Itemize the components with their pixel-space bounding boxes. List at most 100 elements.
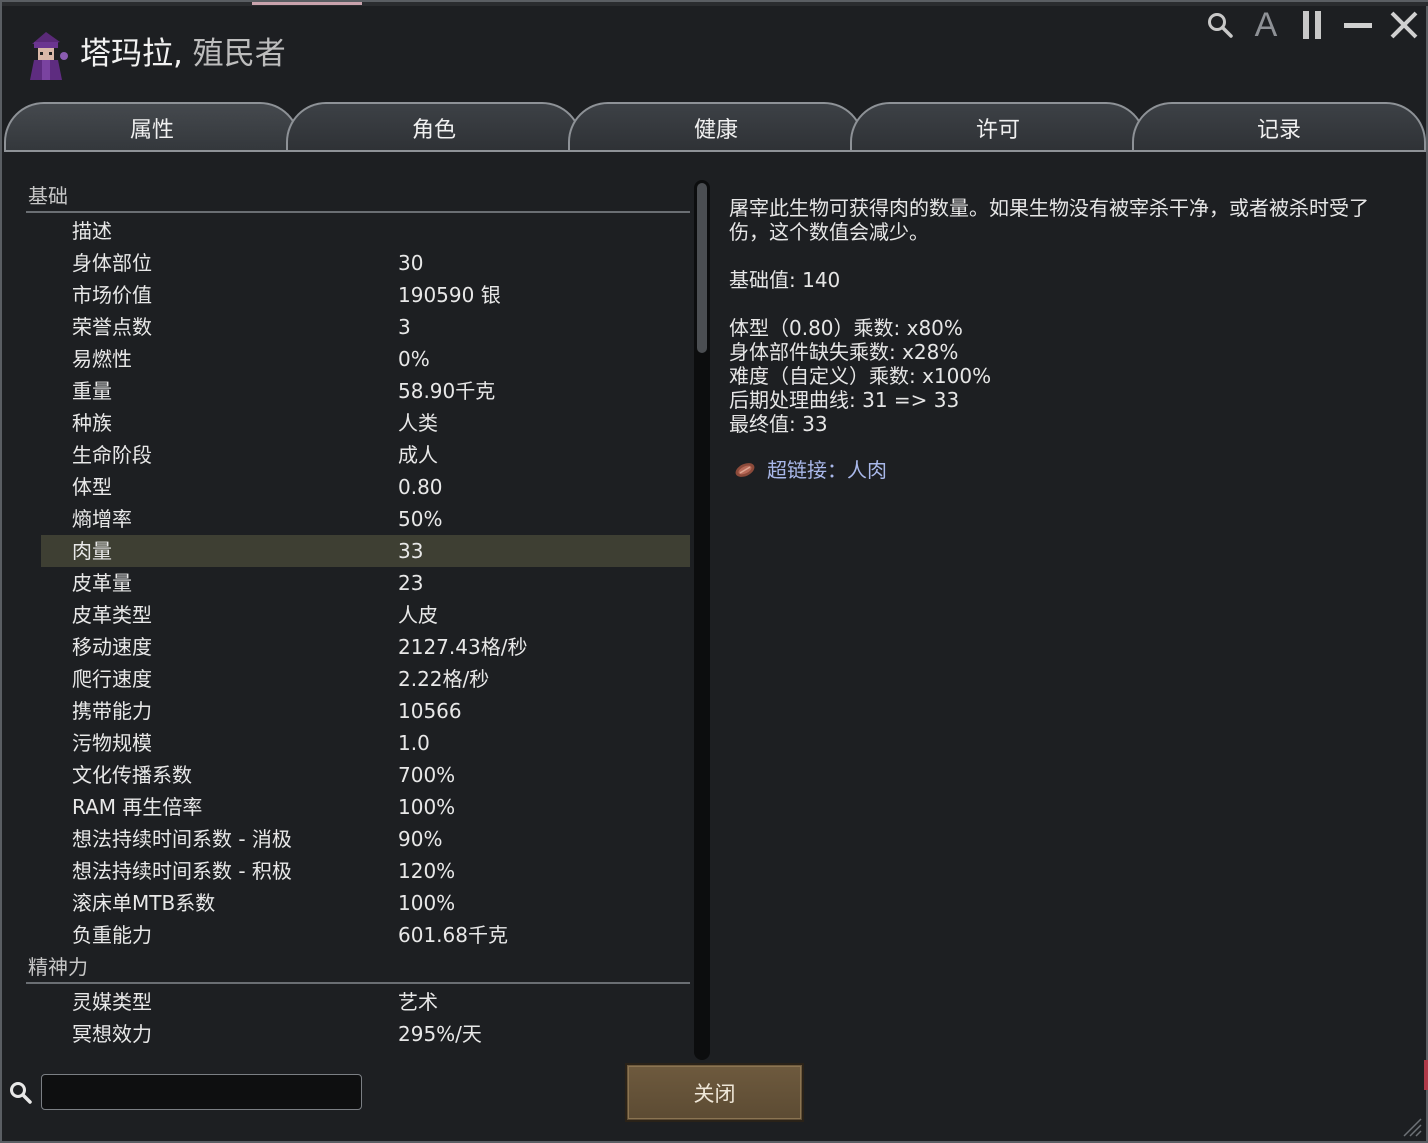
stat-search-input[interactable]: [41, 1074, 362, 1110]
stat-row[interactable]: 体型 0.80: [26, 471, 690, 503]
window-controls: A: [1204, 8, 1420, 42]
tab-character[interactable]: 角色: [286, 102, 582, 152]
scrollbar-thumb[interactable]: [697, 183, 707, 353]
stat-value: 601.68千克: [398, 923, 508, 947]
stat-label: 肉量: [72, 539, 112, 563]
stat-label: 文化传播系数: [72, 763, 192, 787]
stat-value: 10566: [398, 699, 462, 723]
tab-underline: [4, 150, 1426, 152]
stat-row[interactable]: 携带能力 10566: [26, 695, 690, 727]
stat-value: 3: [398, 315, 411, 339]
close-button[interactable]: 关闭: [625, 1063, 804, 1122]
stat-final-value: 最终值: 33: [729, 412, 828, 436]
stat-row[interactable]: 爬行速度 2.22格/秒: [26, 663, 690, 695]
stat-row[interactable]: 荣誉点数 3: [26, 311, 690, 343]
stat-row[interactable]: 冥想效力 295%/天: [26, 1018, 690, 1050]
top-strip-accent: [252, 2, 362, 5]
stat-label: 皮革类型: [72, 603, 152, 627]
stat-label: 体型: [72, 475, 112, 499]
hyperlink-label[interactable]: 超链接：人肉: [767, 458, 887, 482]
minimize-icon[interactable]: [1342, 9, 1374, 41]
stat-row[interactable]: 种族 人类: [26, 407, 690, 439]
pawn-avatar-icon[interactable]: [22, 30, 70, 82]
stat-value: 100%: [398, 795, 456, 819]
stat-label: RAM 再生倍率: [72, 795, 203, 819]
stat-row[interactable]: 易燃性 0%: [26, 343, 690, 375]
stat-factor: 身体部件缺失乘数: x28%: [729, 340, 959, 364]
stat-value: 295%/天: [398, 1022, 482, 1046]
stat-row[interactable]: 灵媒类型 艺术: [26, 986, 690, 1018]
stat-label: 想法持续时间系数 - 积极: [72, 859, 292, 883]
stat-category-header: 精神力: [26, 951, 690, 984]
font-size-toggle[interactable]: A: [1250, 8, 1282, 42]
stat-label: 冥想效力: [72, 1022, 152, 1046]
stat-value: 190590 银: [398, 283, 501, 307]
stat-label: 荣誉点数: [72, 315, 152, 339]
stat-value: 艺术: [398, 990, 438, 1014]
stat-value: 90%: [398, 827, 443, 851]
stat-row[interactable]: 滚床单MTB系数 100%: [26, 887, 690, 919]
tab-permissions[interactable]: 许可: [850, 102, 1146, 152]
stat-row[interactable]: 身体部位 30: [26, 247, 690, 279]
stat-row[interactable]: 皮革类型 人皮: [26, 599, 690, 631]
stat-label: 移动速度: [72, 635, 152, 659]
stat-category-header: 基础: [26, 180, 690, 213]
stat-value: 33: [398, 539, 424, 563]
stat-label: 身体部位: [72, 251, 152, 275]
stat-row[interactable]: RAM 再生倍率 100%: [26, 791, 690, 823]
window-title: 塔玛拉, 殖民者: [80, 32, 286, 76]
stat-row[interactable]: 想法持续时间系数 - 消极 90%: [26, 823, 690, 855]
stat-value: 2.22格/秒: [398, 667, 490, 691]
stat-row[interactable]: 生命阶段 成人: [26, 439, 690, 471]
stat-row[interactable]: 移动速度 2127.43格/秒: [26, 631, 690, 663]
close-icon[interactable]: [1388, 9, 1420, 41]
stat-explanation: 屠宰此生物可获得肉的数量。如果生物没有被宰杀干净，或者被杀时受了伤，这个数值会减…: [729, 196, 1369, 482]
top-strip: [2, 2, 1428, 6]
tab-health[interactable]: 健康: [568, 102, 864, 152]
stat-row[interactable]: 重量 58.90千克: [26, 375, 690, 407]
stat-value: 人类: [398, 411, 438, 435]
stat-label: 重量: [72, 379, 112, 403]
stat-value: 人皮: [398, 603, 438, 627]
stat-row[interactable]: 想法持续时间系数 - 积极 120%: [26, 855, 690, 887]
stat-label: 滚床单MTB系数: [72, 891, 216, 915]
stat-value: 120%: [398, 859, 456, 883]
stat-label: 生命阶段: [72, 443, 152, 467]
stat-label: 爬行速度: [72, 667, 152, 691]
stat-label: 灵媒类型: [72, 990, 152, 1014]
stat-label: 市场价值: [72, 283, 152, 307]
pawn-name: 塔玛拉: [80, 36, 173, 72]
stat-row[interactable]: 污物规模 1.0: [26, 727, 690, 759]
stat-base-value: 基础值: 140: [729, 268, 841, 292]
stat-value: 30: [398, 251, 424, 275]
pause-icon[interactable]: [1296, 9, 1328, 41]
stat-factor: 后期处理曲线: 31 => 33: [729, 388, 960, 412]
stat-row[interactable]: 负重能力 601.68千克: [26, 919, 690, 951]
stat-row[interactable]: 文化传播系数 700%: [26, 759, 690, 791]
stat-value: 700%: [398, 763, 456, 787]
stats-window: 塔玛拉, 殖民者 A 属性 角色 健康 许可 记录 基础 描述身体部位 30 市场价值…: [0, 0, 1428, 1143]
stat-value: 2127.43格/秒: [398, 635, 528, 659]
hyperlink-human-meat[interactable]: 超链接：人肉: [733, 458, 1369, 482]
stat-label: 想法持续时间系数 - 消极: [72, 827, 292, 851]
tab-log[interactable]: 记录: [1132, 102, 1426, 152]
stat-row[interactable]: 市场价值 190590 银: [26, 279, 690, 311]
search-icon: [10, 1082, 32, 1104]
stat-row-selected[interactable]: 肉量 33: [41, 535, 690, 567]
stat-factor: 体型（0.80）乘数: x80%: [729, 316, 963, 340]
stats-list[interactable]: 基础 描述身体部位 30 市场价值 190590 银荣誉点数 3 易燃性 0% 重量 58.90千…: [26, 180, 690, 1050]
stat-value: 100%: [398, 891, 456, 915]
stat-label: 负重能力: [72, 923, 152, 947]
meat-icon: [735, 463, 755, 477]
stat-row[interactable]: 描述: [26, 215, 690, 247]
resize-grip-icon[interactable]: [1400, 1115, 1422, 1137]
stat-description: 屠宰此生物可获得肉的数量。如果生物没有被宰杀干净，或者被杀时受了伤，这个数值会减…: [729, 196, 1369, 244]
stat-label: 污物规模: [72, 731, 152, 755]
tab-stats[interactable]: 属性: [4, 102, 300, 152]
stat-row[interactable]: 熵增率 50%: [26, 503, 690, 535]
stats-scrollbar[interactable]: [694, 180, 710, 1060]
search-icon[interactable]: [1204, 9, 1236, 41]
stat-row[interactable]: 皮革量 23: [26, 567, 690, 599]
stat-label: 携带能力: [72, 699, 152, 723]
pawn-role: 殖民者: [192, 36, 286, 72]
